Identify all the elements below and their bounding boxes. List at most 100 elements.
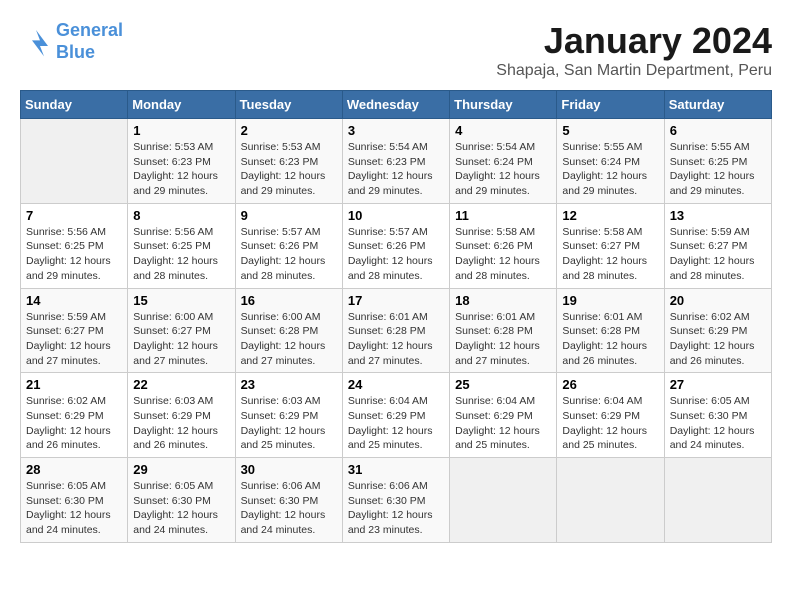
calendar-cell xyxy=(557,458,664,543)
day-info: Sunrise: 6:04 AMSunset: 6:29 PMDaylight:… xyxy=(455,394,551,453)
header-tuesday: Tuesday xyxy=(235,91,342,119)
calendar-cell: 25 Sunrise: 6:04 AMSunset: 6:29 PMDayligh… xyxy=(450,373,557,458)
calendar-cell: 26Sunrise: 6:04 AMSunset: 6:29 PMDayligh… xyxy=(557,373,664,458)
day-number: 17 xyxy=(348,293,444,308)
day-info: Sunrise: 6:03 AMSunset: 6:29 PMDaylight:… xyxy=(133,394,229,453)
calendar-cell: 1 Sunrise: 5:53 AMSunset: 6:23 PMDaylight… xyxy=(128,119,235,204)
day-number: 20 xyxy=(670,293,766,308)
day-number: 14 xyxy=(26,293,122,308)
week-row-3: 14Sunrise: 5:59 AMSunset: 6:27 PMDayligh… xyxy=(21,288,772,373)
day-number: 31 xyxy=(348,462,444,477)
header-thursday: Thursday xyxy=(450,91,557,119)
day-number: 28 xyxy=(26,462,122,477)
calendar-cell: 23 Sunrise: 6:03 AMSunset: 6:29 PMDayligh… xyxy=(235,373,342,458)
day-info: Sunrise: 5:56 AMSunset: 6:25 PMDaylight:… xyxy=(133,225,229,284)
calendar-cell: 11 Sunrise: 5:58 AMSunset: 6:26 PMDayligh… xyxy=(450,203,557,288)
header-friday: Friday xyxy=(557,91,664,119)
day-number: 2 xyxy=(241,123,337,138)
day-number: 10 xyxy=(348,208,444,223)
day-info: Sunrise: 5:55 AMSunset: 6:25 PMDaylight:… xyxy=(670,140,766,199)
day-info: Sunrise: 6:05 AMSunset: 6:30 PMDaylight:… xyxy=(26,479,122,538)
day-info: Sunrise: 6:02 AMSunset: 6:29 PMDaylight:… xyxy=(670,310,766,369)
day-number: 1 xyxy=(133,123,229,138)
page-header: General Blue January 2024 Shapaja, San M… xyxy=(20,20,772,80)
calendar-cell: 3 Sunrise: 5:54 AMSunset: 6:23 PMDaylight… xyxy=(342,119,449,204)
day-info: Sunrise: 5:58 AMSunset: 6:26 PMDaylight:… xyxy=(455,225,551,284)
calendar-cell: 2 Sunrise: 5:53 AMSunset: 6:23 PMDaylight… xyxy=(235,119,342,204)
day-info: Sunrise: 6:05 AMSunset: 6:30 PMDaylight:… xyxy=(670,394,766,453)
day-number: 5 xyxy=(562,123,658,138)
day-number: 30 xyxy=(241,462,337,477)
calendar-cell: 19 Sunrise: 6:01 AMSunset: 6:28 PMDayligh… xyxy=(557,288,664,373)
calendar-cell: 6Sunrise: 5:55 AMSunset: 6:25 PMDaylight… xyxy=(664,119,771,204)
day-info: Sunrise: 5:55 AMSunset: 6:24 PMDaylight:… xyxy=(562,140,658,199)
calendar-cell: 20 Sunrise: 6:02 AMSunset: 6:29 PMDayligh… xyxy=(664,288,771,373)
day-number: 27 xyxy=(670,377,766,392)
title-block: January 2024 Shapaja, San Martin Departm… xyxy=(496,20,772,80)
day-number: 15 xyxy=(133,293,229,308)
day-info: Sunrise: 6:06 AMSunset: 6:30 PMDaylight:… xyxy=(348,479,444,538)
calendar-cell: 5 Sunrise: 5:55 AMSunset: 6:24 PMDaylight… xyxy=(557,119,664,204)
calendar-cell: 27 Sunrise: 6:05 AMSunset: 6:30 PMDayligh… xyxy=(664,373,771,458)
header-monday: Monday xyxy=(128,91,235,119)
week-row-1: 1 Sunrise: 5:53 AMSunset: 6:23 PMDaylight… xyxy=(21,119,772,204)
calendar-cell xyxy=(450,458,557,543)
day-number: 11 xyxy=(455,208,551,223)
calendar-table: SundayMondayTuesdayWednesdayThursdayFrid… xyxy=(20,90,772,543)
calendar-cell: 21 Sunrise: 6:02 AMSunset: 6:29 PMDayligh… xyxy=(21,373,128,458)
day-number: 3 xyxy=(348,123,444,138)
day-info: Sunrise: 6:00 AMSunset: 6:27 PMDaylight:… xyxy=(133,310,229,369)
calendar-title: January 2024 xyxy=(496,20,772,62)
day-number: 23 xyxy=(241,377,337,392)
logo-line2: Blue xyxy=(56,42,123,64)
calendar-cell: 30 Sunrise: 6:06 AMSunset: 6:30 PMDayligh… xyxy=(235,458,342,543)
calendar-cell: 12 Sunrise: 5:58 AMSunset: 6:27 PMDayligh… xyxy=(557,203,664,288)
week-row-4: 21 Sunrise: 6:02 AMSunset: 6:29 PMDayligh… xyxy=(21,373,772,458)
day-info: Sunrise: 6:01 AMSunset: 6:28 PMDaylight:… xyxy=(562,310,658,369)
logo-line1: General xyxy=(56,20,123,40)
day-info: Sunrise: 6:03 AMSunset: 6:29 PMDaylight:… xyxy=(241,394,337,453)
day-info: Sunrise: 5:53 AMSunset: 6:23 PMDaylight:… xyxy=(241,140,337,199)
day-number: 12 xyxy=(562,208,658,223)
day-number: 21 xyxy=(26,377,122,392)
day-number: 29 xyxy=(133,462,229,477)
logo: General Blue xyxy=(20,20,123,63)
calendar-cell: 4Sunrise: 5:54 AMSunset: 6:24 PMDaylight… xyxy=(450,119,557,204)
day-number: 8 xyxy=(133,208,229,223)
day-info: Sunrise: 6:06 AMSunset: 6:30 PMDaylight:… xyxy=(241,479,337,538)
week-row-2: 7 Sunrise: 5:56 AMSunset: 6:25 PMDaylight… xyxy=(21,203,772,288)
day-number: 16 xyxy=(241,293,337,308)
calendar-subtitle: Shapaja, San Martin Department, Peru xyxy=(496,62,772,80)
day-number: 7 xyxy=(26,208,122,223)
day-number: 9 xyxy=(241,208,337,223)
day-info: Sunrise: 5:57 AMSunset: 6:26 PMDaylight:… xyxy=(241,225,337,284)
day-number: 24 xyxy=(348,377,444,392)
calendar-cell: 9 Sunrise: 5:57 AMSunset: 6:26 PMDaylight… xyxy=(235,203,342,288)
day-info: Sunrise: 6:04 AMSunset: 6:29 PMDaylight:… xyxy=(348,394,444,453)
day-info: Sunrise: 6:00 AMSunset: 6:28 PMDaylight:… xyxy=(241,310,337,369)
logo-text: General Blue xyxy=(56,20,123,63)
day-info: Sunrise: 6:01 AMSunset: 6:28 PMDaylight:… xyxy=(348,310,444,369)
calendar-cell: 28 Sunrise: 6:05 AMSunset: 6:30 PMDayligh… xyxy=(21,458,128,543)
calendar-cell: 29Sunrise: 6:05 AMSunset: 6:30 PMDayligh… xyxy=(128,458,235,543)
header-wednesday: Wednesday xyxy=(342,91,449,119)
calendar-cell: 7 Sunrise: 5:56 AMSunset: 6:25 PMDaylight… xyxy=(21,203,128,288)
calendar-cell: 24 Sunrise: 6:04 AMSunset: 6:29 PMDayligh… xyxy=(342,373,449,458)
calendar-cell: 15 Sunrise: 6:00 AMSunset: 6:27 PMDayligh… xyxy=(128,288,235,373)
day-number: 19 xyxy=(562,293,658,308)
day-info: Sunrise: 5:54 AMSunset: 6:24 PMDaylight:… xyxy=(455,140,551,199)
header-saturday: Saturday xyxy=(664,91,771,119)
day-number: 25 xyxy=(455,377,551,392)
day-number: 22 xyxy=(133,377,229,392)
day-info: Sunrise: 6:02 AMSunset: 6:29 PMDaylight:… xyxy=(26,394,122,453)
day-info: Sunrise: 5:53 AMSunset: 6:23 PMDaylight:… xyxy=(133,140,229,199)
day-info: Sunrise: 6:01 AMSunset: 6:28 PMDaylight:… xyxy=(455,310,551,369)
day-info: Sunrise: 5:57 AMSunset: 6:26 PMDaylight:… xyxy=(348,225,444,284)
day-info: Sunrise: 5:58 AMSunset: 6:27 PMDaylight:… xyxy=(562,225,658,284)
calendar-cell: 18Sunrise: 6:01 AMSunset: 6:28 PMDayligh… xyxy=(450,288,557,373)
calendar-cell: 14Sunrise: 5:59 AMSunset: 6:27 PMDayligh… xyxy=(21,288,128,373)
day-info: Sunrise: 5:54 AMSunset: 6:23 PMDaylight:… xyxy=(348,140,444,199)
day-number: 13 xyxy=(670,208,766,223)
calendar-cell xyxy=(21,119,128,204)
day-info: Sunrise: 5:56 AMSunset: 6:25 PMDaylight:… xyxy=(26,225,122,284)
